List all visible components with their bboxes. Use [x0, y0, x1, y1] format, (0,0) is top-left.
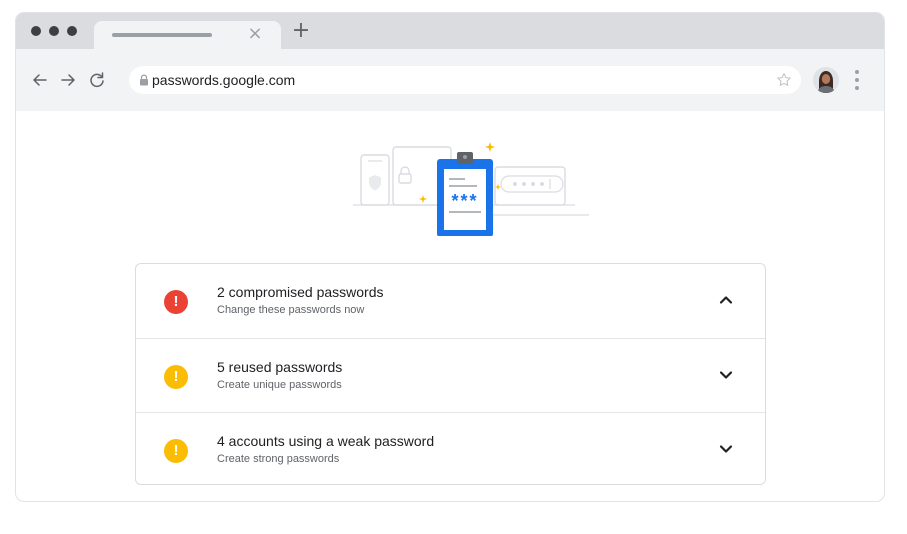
forward-icon[interactable] — [58, 70, 78, 90]
reload-icon[interactable] — [87, 70, 107, 90]
item-subtitle: Create unique passwords — [217, 379, 342, 391]
chevron-down-icon[interactable] — [719, 370, 733, 380]
profile-avatar[interactable] — [813, 67, 839, 93]
item-title: 5 reused passwords — [217, 359, 343, 375]
star-icon[interactable] — [775, 71, 793, 89]
browser-toolbar: passwords.google.com — [16, 49, 884, 111]
tab-title-placeholder — [112, 33, 212, 37]
new-tab-icon[interactable]: + — [289, 19, 313, 43]
alert-icon: ! — [164, 365, 188, 389]
password-checkup-list: ! 2 compromised passwords Change these p… — [135, 263, 766, 485]
tab-close-icon[interactable]: × — [245, 23, 265, 45]
chevron-down-icon[interactable] — [719, 444, 733, 454]
back-icon[interactable] — [30, 70, 50, 90]
chevron-up-icon[interactable] — [719, 295, 733, 305]
window-dot-minimize[interactable] — [49, 26, 59, 36]
masked-password-text: *** — [451, 191, 478, 211]
checkup-item-reused[interactable]: ! 5 reused passwords Create unique passw… — [136, 338, 765, 412]
title-bar: × + — [16, 13, 884, 49]
checkup-item-weak[interactable]: ! 4 accounts using a weak password Creat… — [136, 412, 765, 486]
browser-tab[interactable]: × — [94, 21, 281, 49]
checkup-item-compromised[interactable]: ! 2 compromised passwords Change these p… — [136, 264, 765, 338]
alert-icon: ! — [164, 439, 188, 463]
item-subtitle: Change these passwords now — [217, 304, 365, 316]
alert-icon: ! — [164, 290, 188, 314]
browser-window: × + passwords.google.com *** ! 2 comprom… — [15, 12, 885, 502]
lock-icon — [140, 74, 148, 86]
window-dot-close[interactable] — [31, 26, 41, 36]
item-title: 2 compromised passwords — [217, 284, 384, 300]
item-subtitle: Create strong passwords — [217, 453, 340, 465]
item-title: 4 accounts using a weak password — [217, 433, 435, 449]
window-dot-maximize[interactable] — [67, 26, 77, 36]
avatar-icon — [813, 67, 839, 93]
menu-icon[interactable] — [853, 64, 861, 96]
url-text: passwords.google.com — [152, 72, 296, 88]
address-bar[interactable]: passwords.google.com — [129, 66, 801, 94]
password-checkup-illustration: *** — [353, 142, 589, 236]
